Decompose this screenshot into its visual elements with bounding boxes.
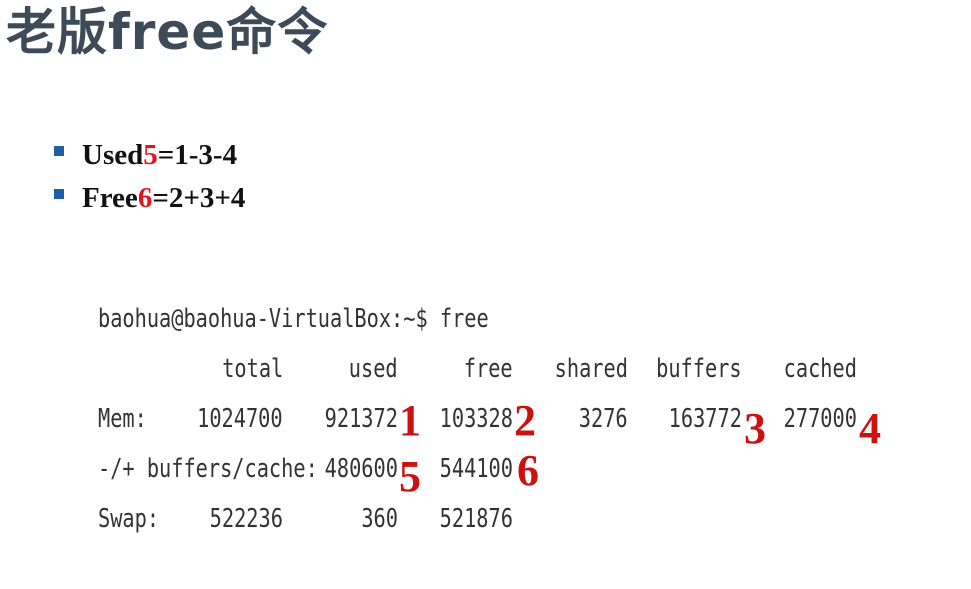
swap-used: 360 (361, 504, 398, 534)
header-shared: shared (554, 354, 628, 384)
mem-label: Mem: (98, 404, 147, 434)
header-used: used (349, 354, 398, 384)
swap-free: 521876 (439, 504, 513, 534)
marker-6: 6 (517, 446, 539, 495)
marker-2: 2 (514, 396, 536, 445)
marker-4: 4 (859, 404, 881, 453)
mem-free: 103328 (439, 404, 513, 434)
header-free: free (464, 354, 513, 384)
header-cached: cached (783, 354, 857, 384)
marker-5: 5 (399, 452, 421, 501)
mem-buffers: 163772 (668, 404, 742, 434)
header-total: total (221, 354, 283, 384)
swap-label: Swap: (98, 504, 160, 534)
header-buffers: buffers (656, 354, 742, 384)
mem-total: 1024700 (197, 404, 283, 434)
mem-shared: 3276 (579, 404, 628, 434)
swap-total: 522236 (209, 504, 283, 534)
marker-1: 1 (399, 396, 421, 445)
buffers-cache-free: 544100 (439, 454, 513, 484)
mem-cached: 277000 (783, 404, 857, 434)
marker-3: 3 (744, 404, 766, 453)
mem-used: 921372 (324, 404, 398, 434)
terminal-command: baohua@baohua-VirtualBox:~$ free (98, 304, 489, 334)
buffers-cache-label: -/+ buffers/cache: (98, 454, 318, 484)
terminal-output: baohua@baohua-VirtualBox:~$ free total u… (0, 0, 971, 589)
buffers-cache-used: 480600 (324, 454, 398, 484)
